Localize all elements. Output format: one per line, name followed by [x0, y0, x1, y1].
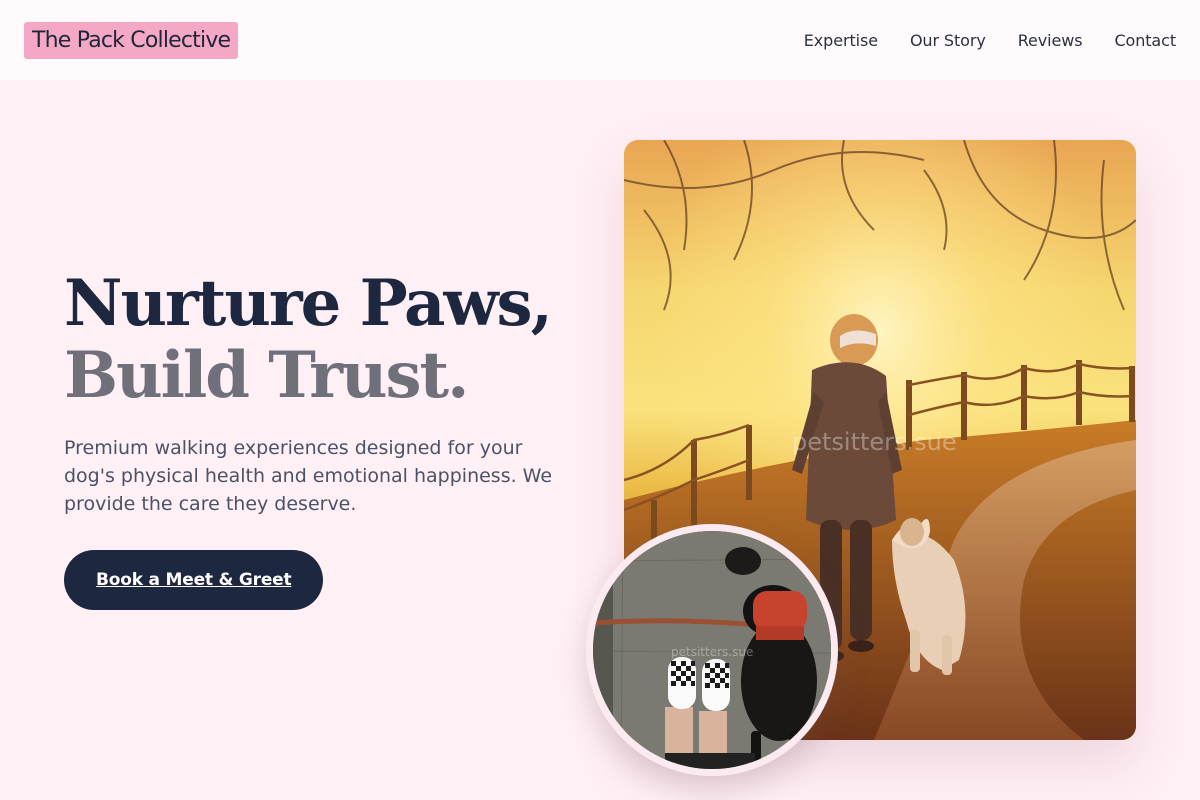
nav-item-our-story[interactable]: Our Story — [910, 31, 986, 50]
hero-inset-photo: petsitters.sue — [586, 524, 838, 776]
hero-headline-line2: Build Trust. — [64, 338, 469, 413]
brand-logo[interactable]: The Pack Collective — [24, 21, 239, 59]
inset-photo-watermark: petsitters.sue — [671, 645, 753, 659]
shoes-and-dog-illustration: petsitters.sue — [593, 531, 831, 769]
hero-headline: Nurture Paws, Build Trust. — [64, 268, 584, 412]
hero-section: Nurture Paws, Build Trust. Premium walki… — [64, 268, 584, 610]
main-nav: Expertise Our Story Reviews Contact — [804, 31, 1176, 50]
hero-description: Premium walking experiences designed for… — [64, 437, 553, 515]
hero-headline-line1: Nurture Paws, — [64, 266, 553, 341]
nav-item-contact[interactable]: Contact — [1114, 31, 1176, 50]
nav-item-expertise[interactable]: Expertise — [804, 31, 878, 50]
book-meet-greet-button[interactable]: Book a Meet & Greet — [64, 550, 324, 610]
nav-item-reviews[interactable]: Reviews — [1018, 31, 1083, 50]
site-header: The Pack Collective Expertise Our Story … — [0, 0, 1200, 80]
main-photo-watermark: petsitters.sue — [792, 428, 957, 456]
